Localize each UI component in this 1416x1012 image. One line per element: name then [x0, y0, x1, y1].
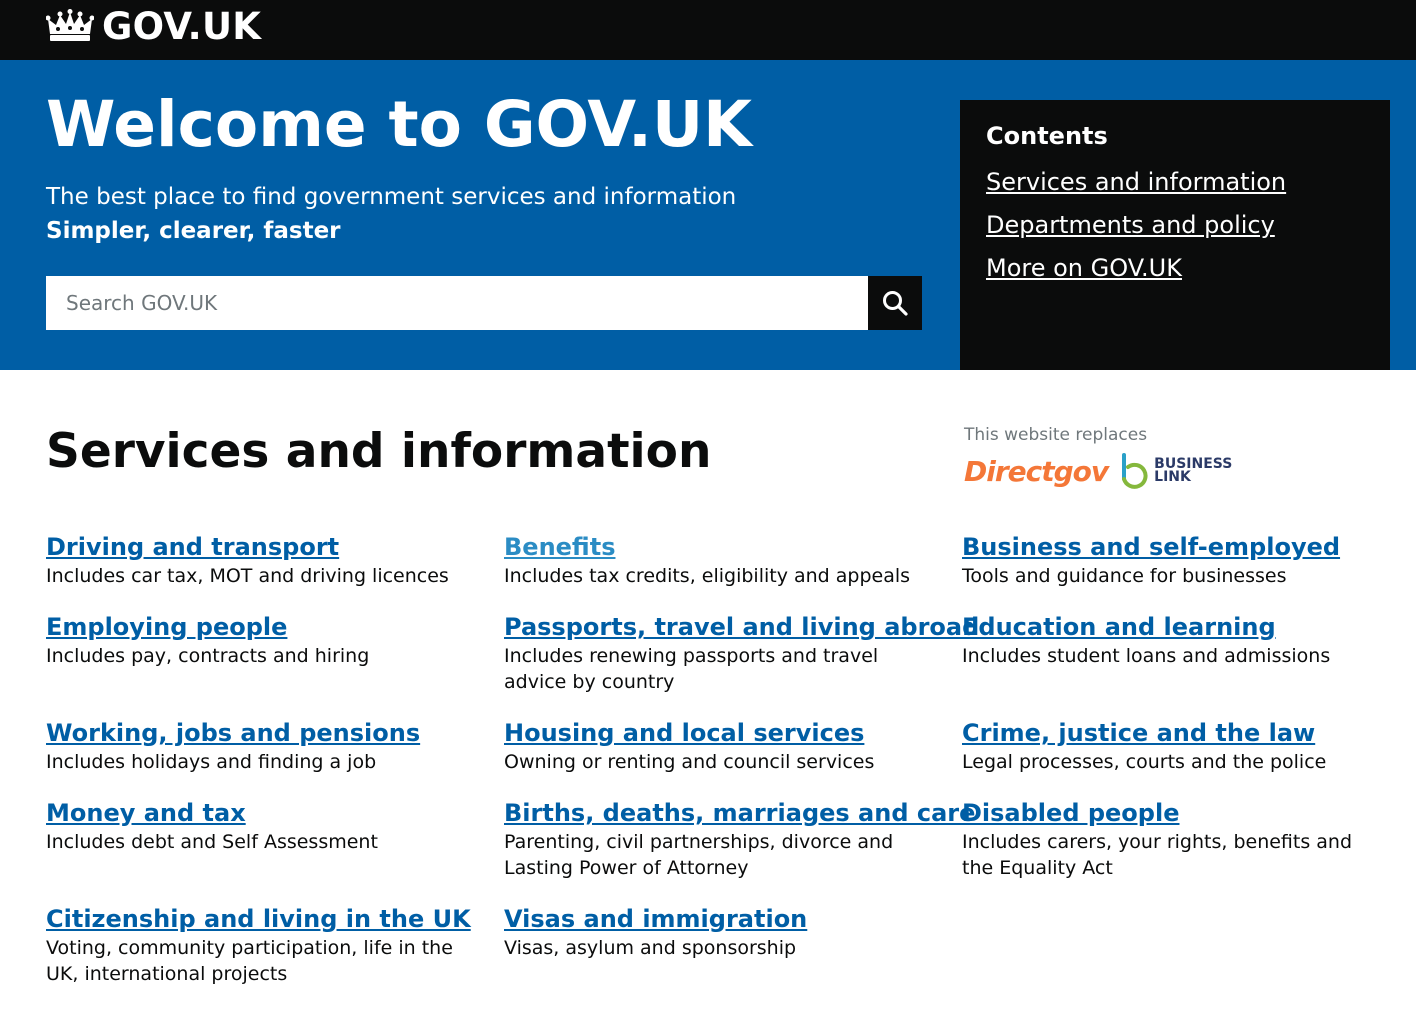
service-link-disabled[interactable]: Disabled people — [962, 798, 1382, 828]
search-form — [46, 276, 922, 330]
service-desc: Includes debt and Self Assessment — [46, 831, 378, 853]
service-item: Business and self-employed Tools and gui… — [962, 532, 1382, 589]
site-header: GOV.UK — [0, 0, 1416, 60]
service-link-visas[interactable]: Visas and immigration — [504, 904, 924, 934]
contents-link-more[interactable]: More on GOV.UK — [986, 254, 1364, 282]
service-item: Crime, justice and the law Legal process… — [962, 718, 1382, 775]
crown-icon — [46, 9, 94, 41]
service-link-driving[interactable]: Driving and transport — [46, 532, 466, 562]
service-desc: Legal processes, courts and the police — [962, 751, 1327, 773]
business-link-logo: BUSINESS LINK — [1120, 453, 1232, 489]
service-link-money[interactable]: Money and tax — [46, 798, 466, 828]
service-item: Working, jobs and pensions Includes holi… — [46, 718, 466, 775]
service-link-employing[interactable]: Employing people — [46, 612, 466, 642]
service-desc: Tools and guidance for businesses — [962, 565, 1287, 587]
service-item: Births, deaths, marriages and care Paren… — [504, 798, 975, 881]
search-button[interactable] — [868, 276, 922, 330]
service-link-working[interactable]: Working, jobs and pensions — [46, 718, 466, 748]
service-item: Disabled people Includes carers, your ri… — [962, 798, 1382, 881]
service-link-passports[interactable]: Passports, travel and living abroad — [504, 612, 979, 642]
service-item: Education and learning Includes student … — [962, 612, 1382, 669]
service-item: Money and tax Includes debt and Self Ass… — [46, 798, 466, 855]
search-icon — [883, 291, 908, 316]
service-item: Citizenship and living in the UK Voting,… — [46, 904, 471, 987]
section-title: Services and information — [46, 424, 712, 479]
replaces-label: This website replaces — [964, 425, 1148, 445]
hero-subtitle: The best place to find government servic… — [46, 184, 737, 210]
service-desc: Includes pay, contracts and hiring — [46, 645, 370, 667]
hero-banner: Welcome to GOV.UK The best place to find… — [0, 60, 1416, 370]
page-title: Welcome to GOV.UK — [46, 88, 752, 161]
service-item: Housing and local services Owning or ren… — [504, 718, 924, 775]
service-desc: Includes carers, your rights, benefits a… — [962, 831, 1353, 879]
directgov-logo: Directgov — [964, 454, 1109, 488]
service-link-business[interactable]: Business and self-employed — [962, 532, 1382, 562]
service-desc: Owning or renting and council services — [504, 751, 875, 773]
hero-strapline: Simpler, clearer, faster — [46, 218, 341, 244]
service-desc: Parenting, civil partnerships, divorce a… — [504, 831, 894, 879]
service-item: Benefits Includes tax credits, eligibili… — [504, 532, 924, 589]
service-desc: Includes renewing passports and travel a… — [504, 645, 879, 693]
replaced-logos: Directgov BUSINESS LINK — [964, 453, 1232, 489]
business-link-text: BUSINESS LINK — [1154, 457, 1232, 485]
logo-text: GOV.UK — [102, 4, 262, 48]
contents-link-services[interactable]: Services and information — [986, 168, 1364, 196]
service-item: Visas and immigration Visas, asylum and … — [504, 904, 924, 961]
service-desc: Includes holidays and finding a job — [46, 751, 377, 773]
govuk-logo-link[interactable]: GOV.UK — [46, 4, 262, 48]
service-link-crime[interactable]: Crime, justice and the law — [962, 718, 1382, 748]
search-input[interactable] — [46, 276, 868, 330]
contents-title: Contents — [986, 122, 1108, 150]
service-desc: Voting, community participation, life in… — [46, 937, 453, 985]
service-link-citizenship[interactable]: Citizenship and living in the UK — [46, 904, 471, 934]
service-item: Employing people Includes pay, contracts… — [46, 612, 466, 669]
contents-panel: Contents Services and information Depart… — [960, 100, 1390, 370]
service-desc: Includes student loans and admissions — [962, 645, 1331, 667]
service-link-births[interactable]: Births, deaths, marriages and care — [504, 798, 975, 828]
service-item: Passports, travel and living abroad Incl… — [504, 612, 979, 695]
business-link-icon — [1122, 453, 1148, 489]
service-desc: Includes car tax, MOT and driving licenc… — [46, 565, 449, 587]
service-link-education[interactable]: Education and learning — [962, 612, 1382, 642]
service-desc: Includes tax credits, eligibility and ap… — [504, 565, 911, 587]
business-link-line2: LINK — [1154, 469, 1191, 485]
contents-link-departments[interactable]: Departments and policy — [986, 211, 1364, 239]
service-link-housing[interactable]: Housing and local services — [504, 718, 924, 748]
replaces-block: This website replaces Directgov BUSINESS… — [964, 425, 1232, 489]
service-item: Driving and transport Includes car tax, … — [46, 532, 466, 589]
service-desc: Visas, asylum and sponsorship — [504, 937, 797, 959]
service-link-benefits[interactable]: Benefits — [504, 532, 924, 562]
